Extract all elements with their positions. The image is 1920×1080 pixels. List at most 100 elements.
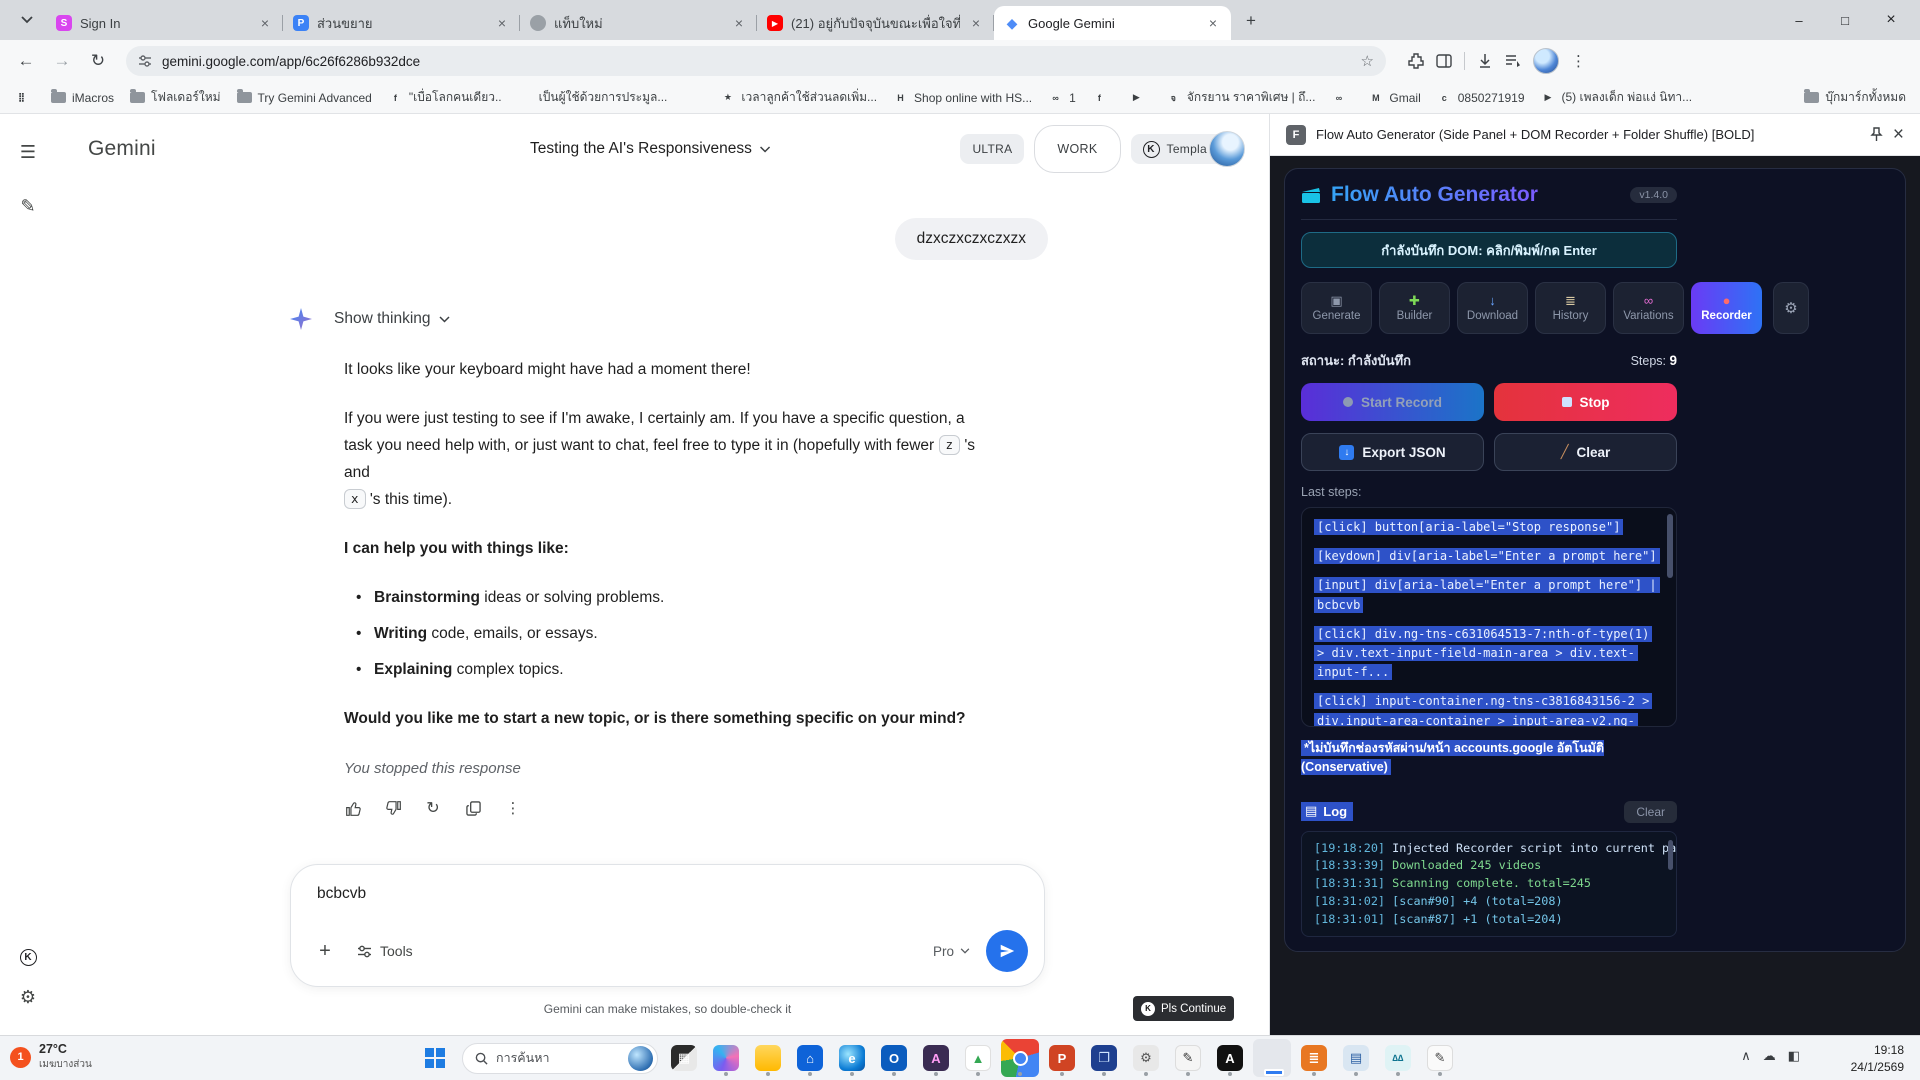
step-entry[interactable]: [click] div.ng-tns-c631064513-7:nth-of-t… [1314,625,1662,683]
bookmark-item[interactable]: จ จักรยาน ราคาพิเศษ | ถึ... [1166,88,1316,107]
tab-search-button[interactable] [12,5,42,35]
side-panel-icon[interactable] [1436,53,1452,69]
profile-avatar[interactable] [1533,48,1559,74]
tab-close-icon[interactable]: × [494,15,510,31]
scrollbar-thumb[interactable] [1667,514,1673,578]
taskbar-app-icon[interactable]: P [1043,1039,1081,1077]
taskbar-app-icon[interactable]: A [917,1039,955,1077]
tray-icon[interactable]: ∧ [1741,1048,1751,1064]
thumbs-up-icon[interactable] [338,793,368,823]
address-bar[interactable]: gemini.google.com/app/6c26f6286b932dce ☆ [126,46,1386,76]
bookmark-item[interactable]: โฟลเดอร์ใหม่ [130,88,221,107]
start-record-button[interactable]: Start Record [1301,383,1484,421]
show-thinking-row[interactable]: Show thinking [290,308,1048,330]
panel-tab[interactable]: ∞ Variations [1613,282,1684,334]
panel-tab[interactable]: ▣ Generate [1301,282,1372,334]
stop-button[interactable]: Stop [1494,383,1677,421]
tab-close-icon[interactable]: × [731,15,747,31]
taskbar-app-icon[interactable]: ✎ [1169,1039,1207,1077]
playlist-icon[interactable] [1505,53,1521,69]
taskbar-app-icon[interactable]: ∆∆ [1379,1039,1417,1077]
step-entry[interactable]: [click] button[aria-label="Stop response… [1314,518,1662,537]
back-button[interactable]: ← [10,45,42,77]
side-panel-close-icon[interactable]: × [1893,124,1904,146]
tray-icon[interactable]: ◧ [1788,1048,1800,1064]
taskbar-clock[interactable]: 19:18 24/1/2569 [1851,1042,1904,1076]
bookmark-item[interactable]: iMacros [51,91,114,105]
bookmark-item[interactable]: ▶ [1129,90,1150,105]
taskbar-app-icon[interactable]: e [833,1039,871,1077]
step-entry[interactable]: [input] div[aria-label="Enter a prompt h… [1314,576,1662,614]
panel-tab[interactable]: ● Recorder [1691,282,1762,334]
tab-close-icon[interactable]: × [257,15,273,31]
taskbar-app-icon[interactable]: ⚙ [1127,1039,1165,1077]
taskbar-app-icon[interactable] [1253,1039,1291,1077]
bookmark-item[interactable]: ∞ 1 [1048,90,1076,105]
bookmark-item[interactable]: Try Gemini Advanced [237,91,372,105]
kebab-menu-icon[interactable]: ⋮ [1571,52,1586,70]
browser-tab[interactable]: S Sign In × [46,6,283,40]
k-extension-icon[interactable]: K [8,937,48,977]
taskbar-app-icon[interactable]: ▲ [959,1039,997,1077]
panel-settings-gear-icon[interactable]: ⚙ [1773,282,1809,334]
forward-button[interactable]: → [46,45,78,77]
new-chat-icon[interactable]: ✎ [8,186,48,226]
log-output[interactable]: [19:18:20] Injected Recorder script into… [1301,831,1677,937]
bookmark-item[interactable]: c 0850271919 [1437,90,1525,105]
window-minimize-button[interactable]: – [1776,0,1822,40]
taskbar-app-icon[interactable] [749,1039,787,1077]
browser-tab[interactable]: ▶ (21) อยู่กับปัจจุบันขณะเพื่อใจที่เป็นส… [757,6,994,40]
tab-close-icon[interactable]: × [1205,15,1221,31]
more-options-icon[interactable]: ⋮ [498,793,528,823]
clear-steps-button[interactable]: ╱ Clear [1494,433,1677,471]
bookmark-item[interactable]: เป็นผู้ใช้ด้วยการประมูล... [518,88,668,107]
bookmark-item[interactable]: ★ เวลาลูกค้าใช้ส่วนลดเพิ่ม... [720,88,877,107]
bookmark-item[interactable]: f "เบื่อโลกคนเดียว.. [388,88,502,107]
model-selector[interactable]: Pro [933,944,970,959]
bookmark-item[interactable]: ∞ [1331,90,1352,105]
bookmark-item[interactable]: ⣿ [14,90,35,105]
send-button[interactable] [986,930,1028,972]
gemini-logo[interactable]: Gemini [88,137,156,161]
conversation-title-dropdown[interactable]: Testing the AI's Responsiveness [530,140,771,158]
profile-picture[interactable] [1209,131,1245,167]
taskbar-app-icon[interactable]: A [1211,1039,1249,1077]
steps-list[interactable]: [click] button[aria-label="Stop response… [1301,507,1677,727]
browser-tab[interactable]: P ส่วนขยาย × [283,6,520,40]
new-tab-button[interactable]: + [1237,7,1265,35]
taskbar-app-icon[interactable]: ▦ [665,1039,703,1077]
add-attachment-icon[interactable]: + [309,935,341,967]
browser-tab[interactable]: แท็บใหม่ × [520,6,757,40]
menu-hamburger-icon[interactable]: ☰ [8,132,48,172]
step-entry[interactable]: [keydown] div[aria-label="Enter a prompt… [1314,547,1662,566]
bookmark-item[interactable]: f [1092,90,1113,105]
taskbar-search[interactable]: การค้นหา [462,1043,658,1074]
panel-tab[interactable]: ↓ Download [1457,282,1528,334]
panel-tab[interactable]: ✚ Builder [1379,282,1450,334]
settings-gear-icon[interactable]: ⚙ [8,977,48,1017]
taskbar-app-icon[interactable]: ▤ [1337,1039,1375,1077]
ultra-pill[interactable]: ULTRA [960,134,1024,164]
export-json-button[interactable]: ↓ Export JSON [1301,433,1484,471]
search-highlight-image[interactable] [628,1046,653,1071]
start-button[interactable] [415,1039,455,1077]
taskbar-app-icon[interactable]: ≣ [1295,1039,1333,1077]
pin-icon[interactable] [1870,127,1883,142]
bookmark-item[interactable]: H Shop online with HS... [893,90,1032,105]
scrollbar-thumb[interactable] [1668,840,1673,870]
extensions-puzzle-icon[interactable] [1408,53,1424,69]
prompt-composer[interactable]: bcbcvb + Tools Pro [290,864,1045,987]
prompt-input[interactable]: bcbcvb [317,885,366,903]
copy-icon[interactable] [458,793,488,823]
taskbar-app-icon[interactable]: ✎ [1421,1039,1459,1077]
tools-button[interactable]: Tools [357,943,413,959]
pls-continue-badge[interactable]: K Pls Continue [1133,996,1234,1021]
bookmark-item[interactable] [683,90,704,105]
window-maximize-button[interactable]: □ [1822,0,1868,40]
tab-close-icon[interactable]: × [968,15,984,31]
window-close-button[interactable]: × [1868,0,1914,40]
thumbs-down-icon[interactable] [378,793,408,823]
taskbar-app-icon[interactable] [707,1039,745,1077]
taskbar-app-icon[interactable]: ⌂ [791,1039,829,1077]
bookmark-item[interactable]: ▶ (5) เพลงเด็ก พ่อแง่ นิทา... [1541,88,1693,107]
